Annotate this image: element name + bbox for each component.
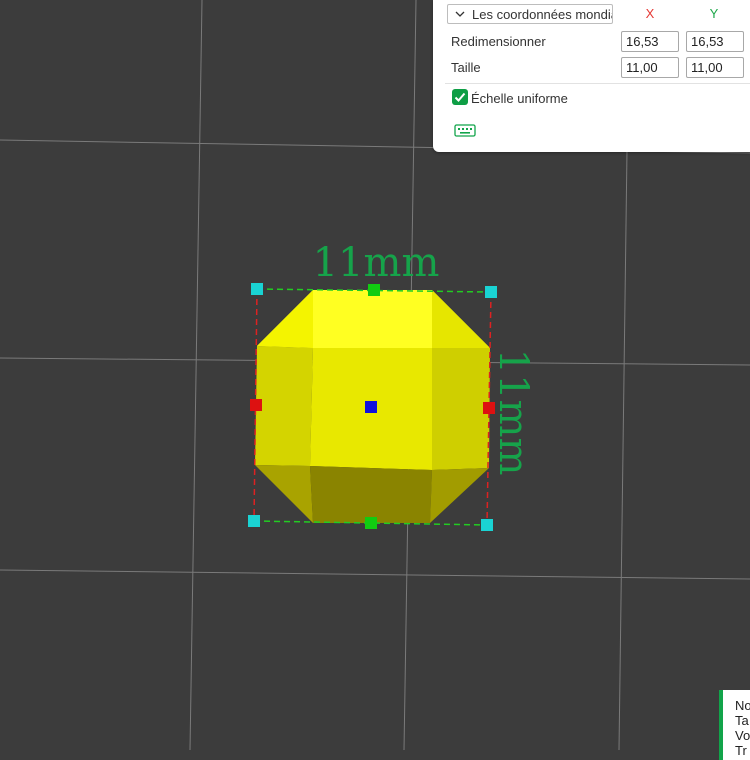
corner-handle[interactable] (248, 515, 260, 527)
info-line: Vo (735, 728, 750, 743)
info-line: No (735, 698, 750, 713)
size-x-input[interactable] (621, 57, 679, 78)
keyboard-icon[interactable] (454, 123, 476, 138)
object-bottom-face (310, 466, 432, 523)
object-facet (257, 290, 313, 348)
panel-divider (445, 83, 750, 84)
object-facet (432, 290, 490, 348)
chevron-down-icon (455, 11, 465, 17)
size-label: Taille (451, 60, 481, 75)
coordinate-system-dropdown[interactable]: Les coordonnées mondiales (447, 4, 613, 24)
rescale-y-input[interactable] (686, 31, 744, 52)
info-line: Ta (735, 713, 749, 728)
axis-y-header: Y (709, 6, 719, 21)
uniform-scale-checkbox[interactable] (452, 89, 468, 105)
scale-panel: Les coordonnées mondiales X Y Redimensio… (433, 0, 750, 152)
y-axis-handle-bottom[interactable] (365, 517, 377, 529)
rescale-label: Redimensionner (451, 34, 546, 49)
object-right-face (432, 348, 490, 470)
rescale-x-input[interactable] (621, 31, 679, 52)
grid-line (618, 149, 628, 750)
size-y-input[interactable] (686, 57, 744, 78)
object-left-face (255, 346, 313, 466)
grid-line (0, 569, 750, 580)
axis-x-header: X (645, 6, 655, 21)
uniform-scale-label: Échelle uniforme (471, 91, 568, 106)
object-bottom-facet (255, 465, 313, 523)
check-icon (454, 92, 466, 102)
grid-line (189, 0, 203, 750)
center-handle[interactable] (365, 401, 377, 413)
width-dimension-label: 11mm (313, 240, 440, 286)
coordinate-system-value: Les coordonnées mondiales (472, 6, 612, 22)
corner-handle[interactable] (485, 286, 497, 298)
height-dimension-label: 11mm (490, 349, 536, 476)
corner-handle[interactable] (481, 519, 493, 531)
object-bottom-facet (430, 468, 489, 523)
info-line: Tr (735, 743, 747, 758)
x-axis-handle-left[interactable] (250, 399, 262, 411)
corner-handle[interactable] (251, 283, 263, 295)
